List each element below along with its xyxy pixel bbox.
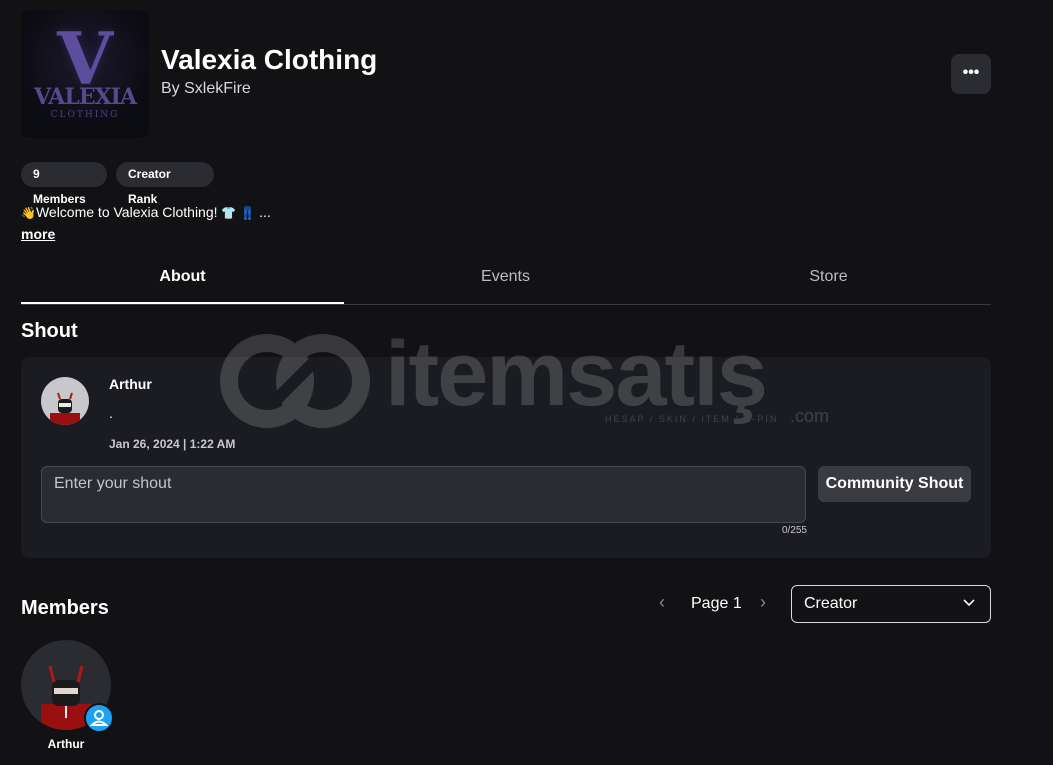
jeans-emoji-icon: 👖 <box>240 206 256 220</box>
description-more-link[interactable]: more <box>21 226 55 242</box>
group-owner[interactable]: By SxlekFire <box>161 80 251 98</box>
tab-about[interactable]: About <box>21 260 344 304</box>
description-ellipsis: ... <box>259 204 271 220</box>
tab-events[interactable]: Events <box>344 260 667 304</box>
more-options-button[interactable]: ••• <box>951 54 991 94</box>
group-name: Valexia Clothing <box>161 44 378 75</box>
community-shout-button[interactable]: Community Shout <box>818 466 971 502</box>
wave-emoji-icon: 👋 <box>21 206 36 220</box>
group-description: 👋Welcome to Valexia Clothing! 👕 👖 ... <box>21 204 271 220</box>
members-count-badge: 9 Members <box>21 162 107 206</box>
logo-subtext: CLOTHING <box>50 110 120 120</box>
next-page-icon[interactable]: › <box>760 592 766 613</box>
shout-heading: Shout <box>21 320 78 342</box>
avatar-figure-icon <box>50 392 80 425</box>
shout-poster-name[interactable]: Arthur <box>109 376 152 392</box>
tab-bar: About Events Store <box>21 260 991 305</box>
shout-card <box>21 357 991 558</box>
description-text: Welcome to Valexia Clothing! <box>35 204 218 220</box>
member-name[interactable]: Arthur <box>21 737 111 751</box>
tab-store[interactable]: Store <box>667 260 990 304</box>
poster-avatar[interactable] <box>41 377 89 425</box>
page-indicator: Page 1 <box>691 595 742 612</box>
shout-char-count: 0/255 <box>781 525 807 536</box>
user-badge-icon <box>84 703 114 733</box>
ellipsis-icon: ••• <box>962 64 980 81</box>
shout-body: . <box>109 405 113 421</box>
shout-timestamp: Jan 26, 2024 | 1:22 AM <box>109 437 236 451</box>
shirt-emoji-icon: 👕 <box>221 206 237 220</box>
creator-rank-badge: Creator Rank <box>116 162 214 206</box>
shout-input[interactable] <box>41 466 806 523</box>
chevron-down-icon <box>963 599 975 607</box>
active-tab-indicator <box>21 302 344 304</box>
previous-page-icon[interactable]: ‹ <box>659 592 665 613</box>
members-heading: Members <box>21 597 109 619</box>
role-filter-select[interactable]: Creator <box>791 585 991 623</box>
logo-wordmark: VALEXIA <box>33 84 137 110</box>
group-logo: V VALEXIA CLOTHING <box>21 10 149 138</box>
